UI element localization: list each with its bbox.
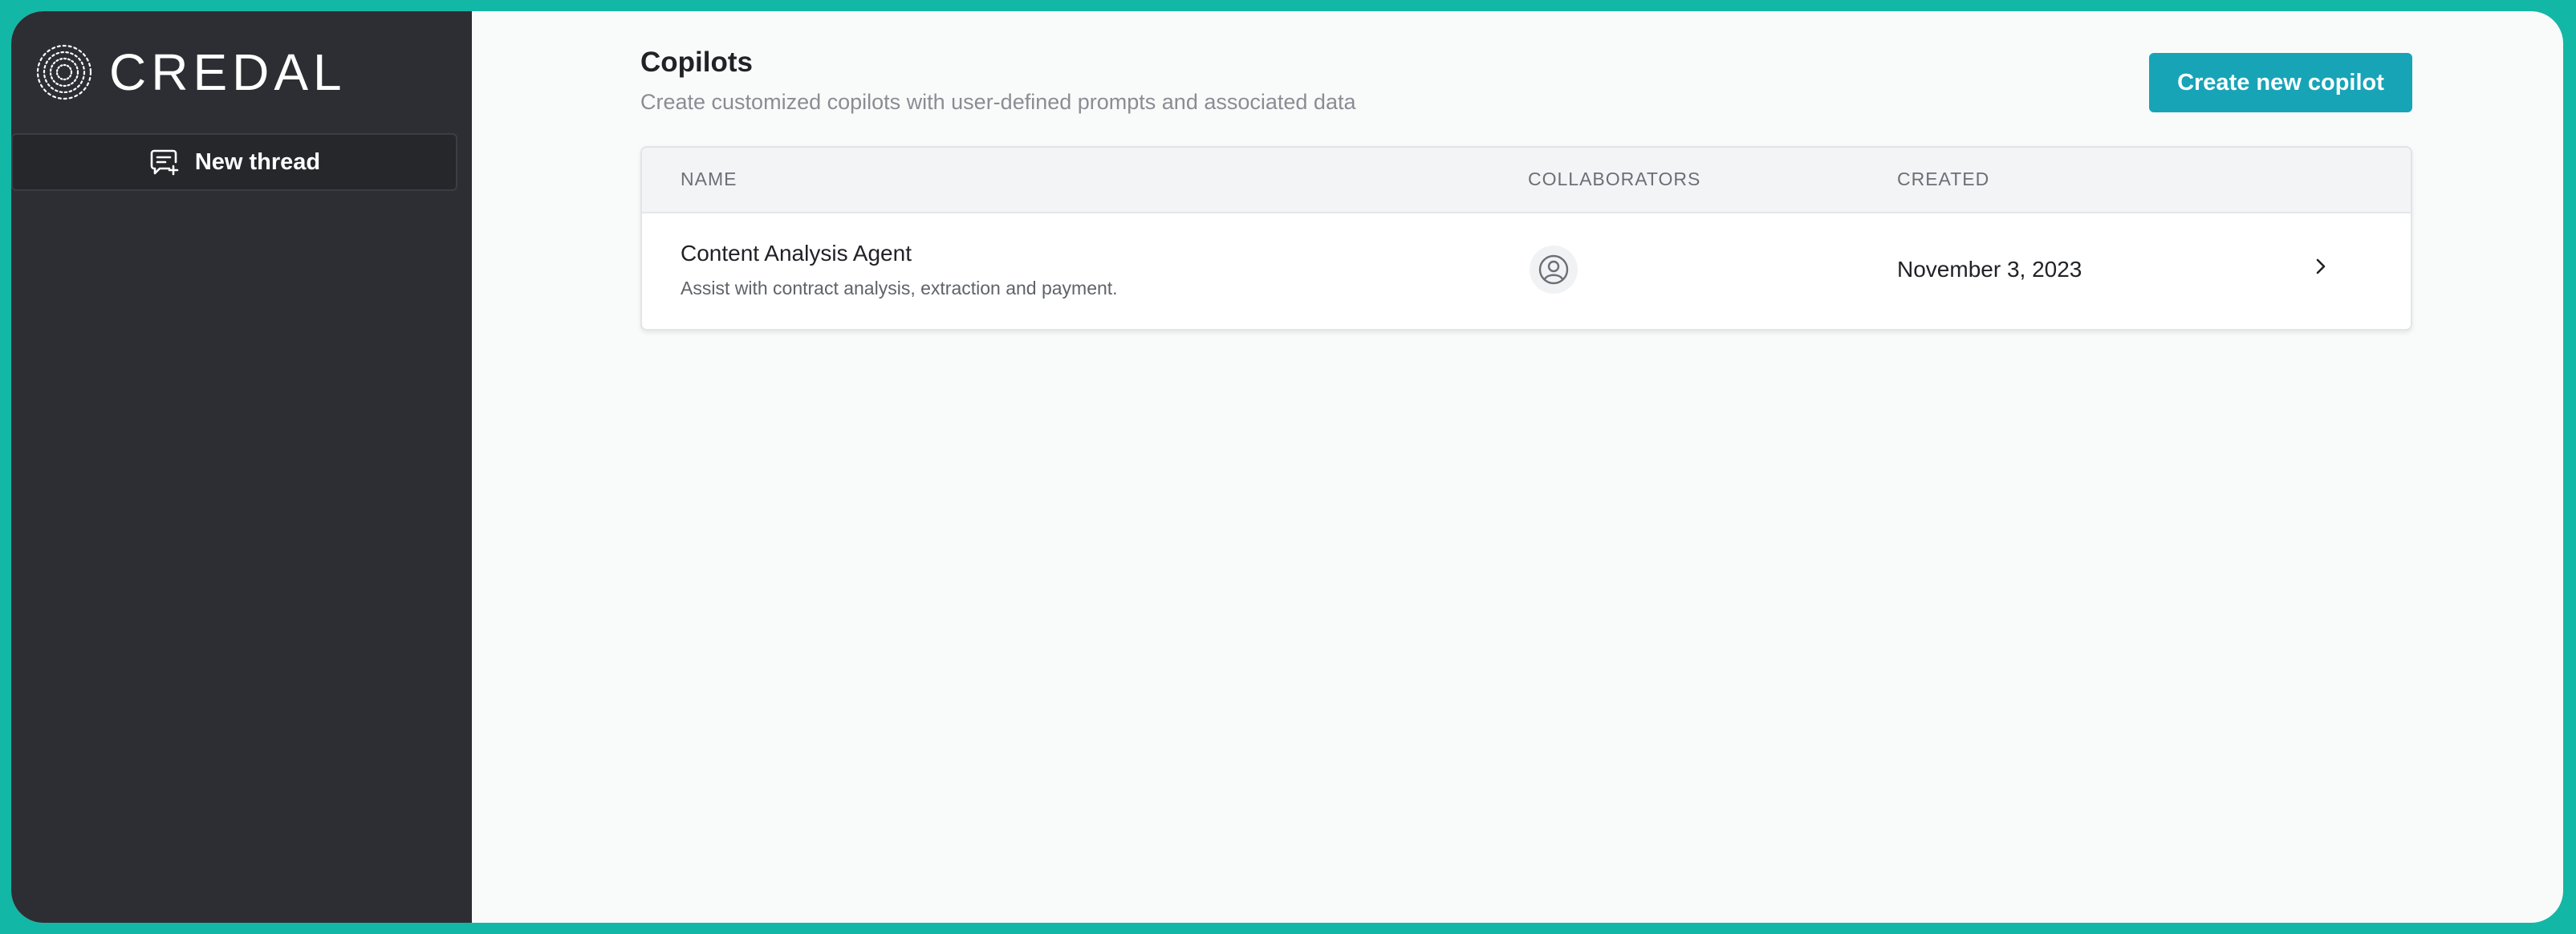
credal-logo-icon — [36, 44, 92, 100]
create-new-copilot-button[interactable]: Create new copilot — [2149, 53, 2412, 112]
page-subtitle: Create customized copilots with user-def… — [640, 90, 1356, 114]
table-header: NAME COLLABORATORS CREATED — [642, 148, 2411, 213]
table-row[interactable]: Content Analysis Agent Assist with contr… — [642, 213, 2411, 329]
column-header-name: NAME — [681, 169, 737, 189]
chevron-right-icon[interactable] — [2306, 252, 2335, 281]
copilots-table: NAME COLLABORATORS CREATED Content Analy… — [640, 146, 2412, 331]
chat-plus-icon — [150, 149, 179, 176]
new-thread-label: New thread — [194, 148, 321, 175]
brand-logo[interactable]: CREDAL — [35, 43, 347, 101]
collaborator-avatar — [1530, 246, 1578, 294]
brand-name: CREDAL — [109, 43, 347, 101]
copilot-name: Content Analysis Agent — [681, 241, 912, 266]
copilot-created-date: November 3, 2023 — [1897, 257, 2082, 282]
page-title: Copilots — [640, 47, 753, 78]
column-header-collaborators: COLLABORATORS — [1528, 169, 1701, 189]
new-thread-button[interactable]: New thread — [11, 133, 457, 191]
app-window: CREDAL New thread Copilots Create custom… — [11, 11, 2563, 923]
column-header-created: CREATED — [1897, 169, 1990, 189]
copilot-description: Assist with contract analysis, extractio… — [681, 278, 1118, 298]
sidebar: CREDAL New thread — [11, 11, 472, 923]
main-content: Copilots Create customized copilots with… — [472, 11, 2563, 923]
user-circle-icon — [1538, 254, 1569, 285]
